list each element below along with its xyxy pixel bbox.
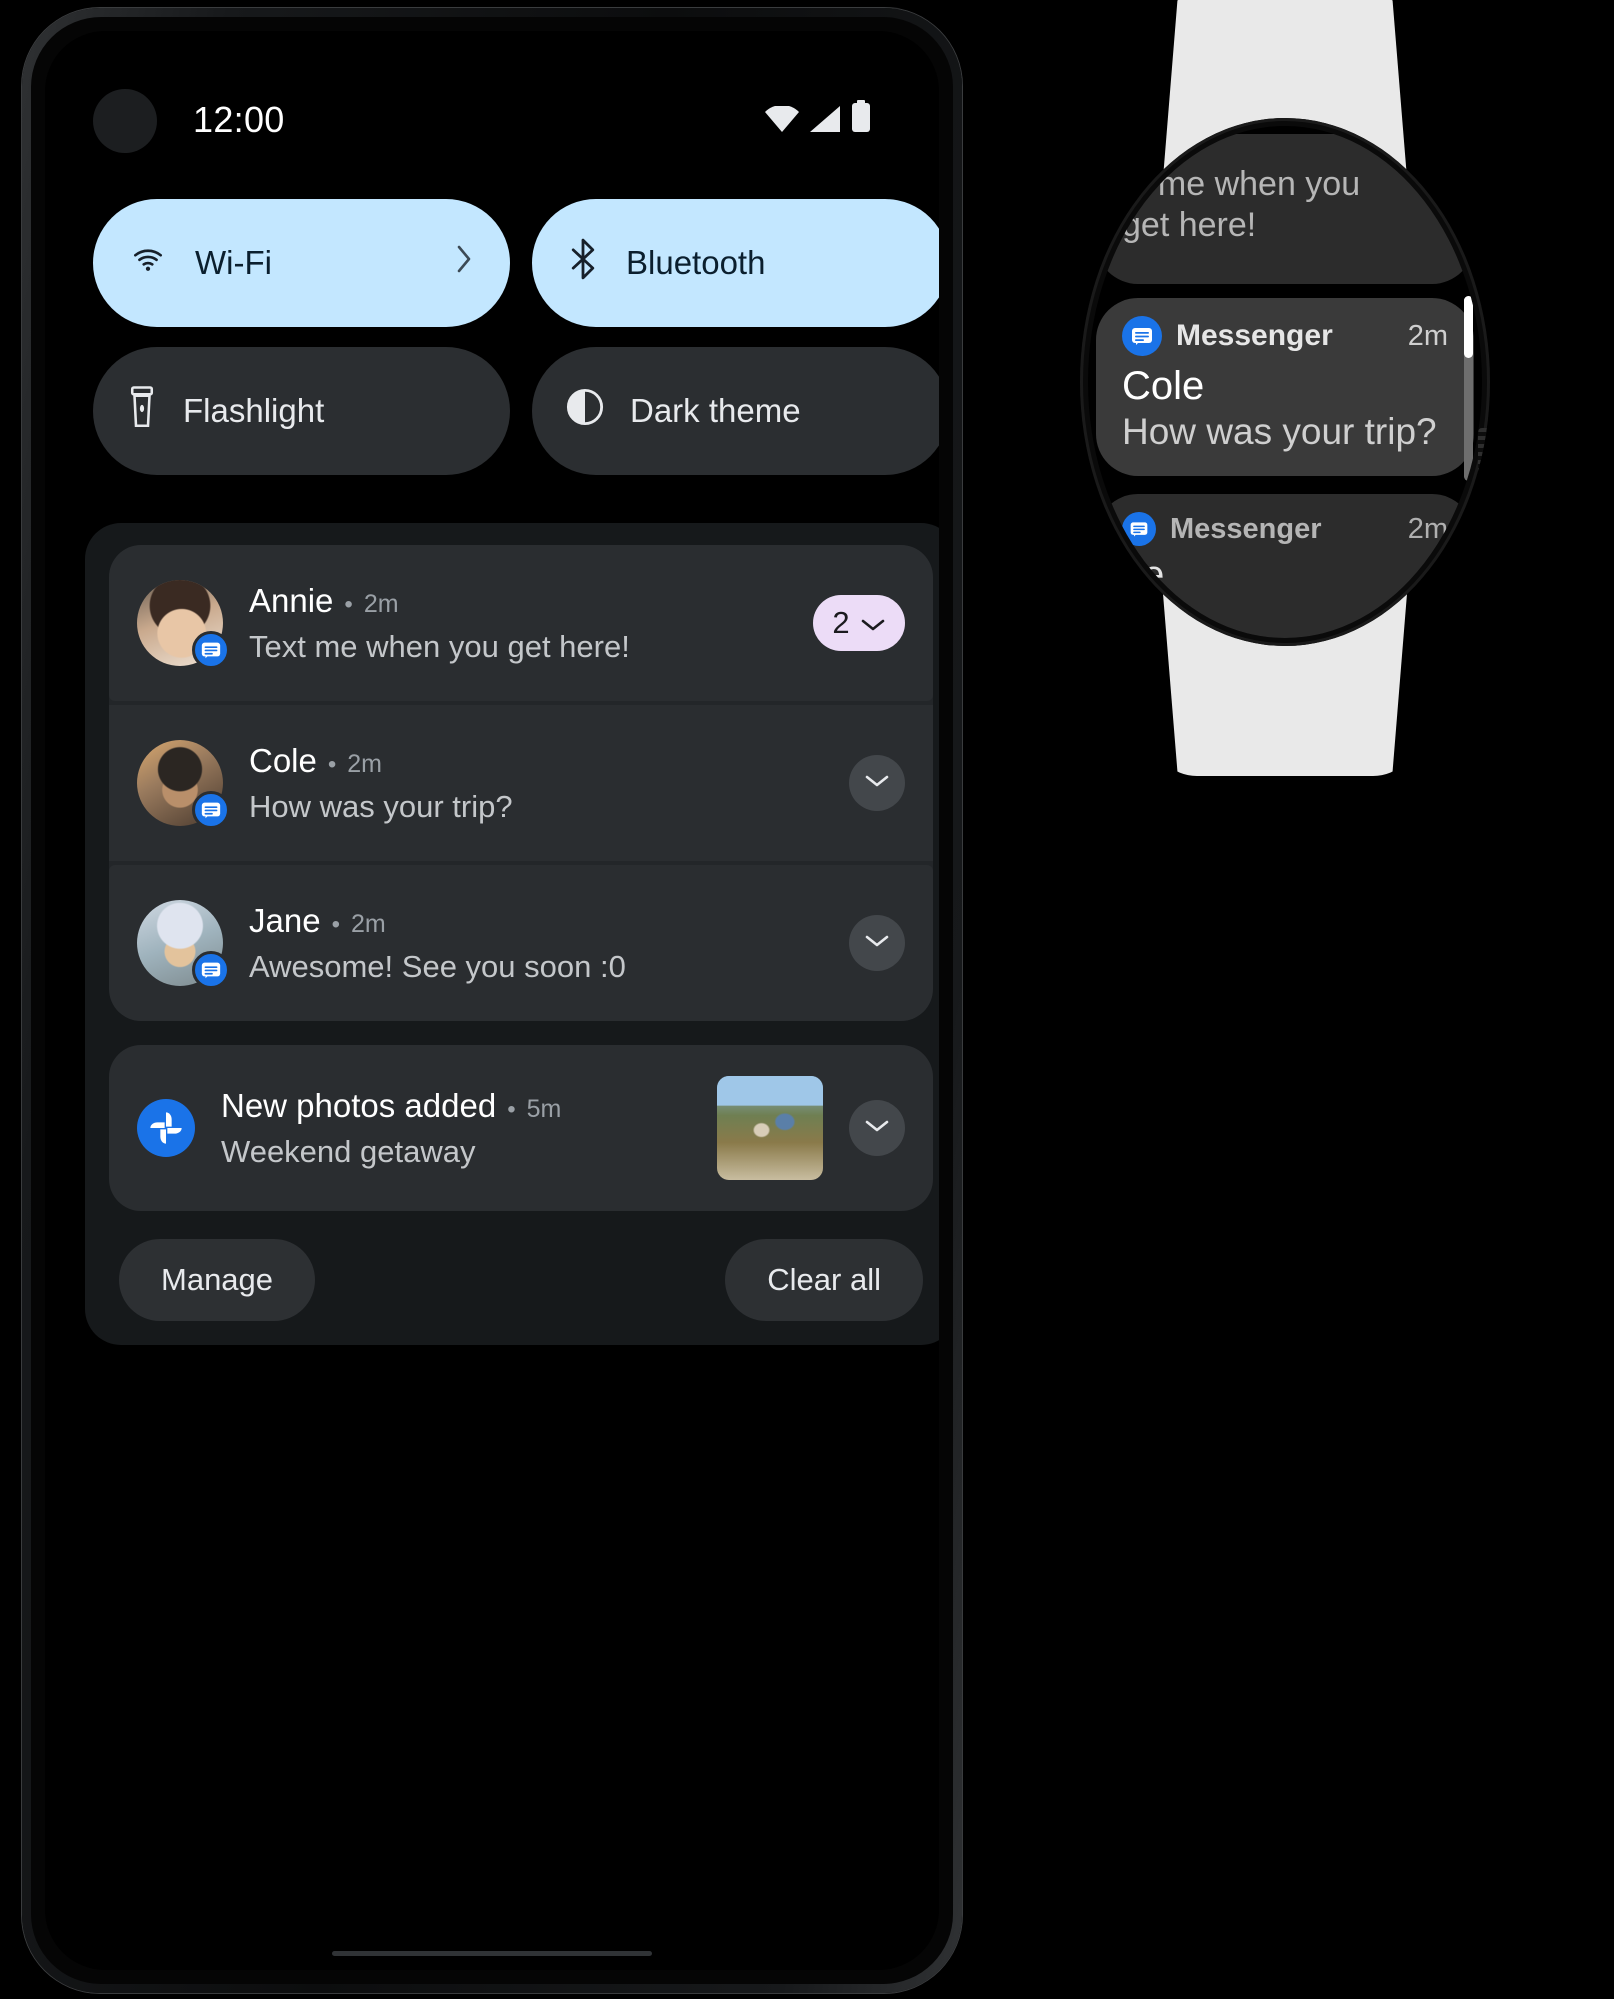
watch-card-header: Messenger 2m (1122, 316, 1448, 356)
quick-tile-label: Bluetooth (626, 244, 766, 281)
quick-tile-flashlight[interactable]: Flashlight (93, 347, 510, 475)
watch-notification-card-focused[interactable]: Messenger 2m Cole How was your trip? (1096, 298, 1474, 476)
phone-screen: 12:00 Wi-Fi Bluetooth Flashlight Dark th… (45, 31, 939, 1970)
wifi-icon (127, 243, 169, 283)
expand-chevron-button[interactable] (849, 915, 905, 971)
notification-message: Text me when you get here! (249, 628, 630, 664)
notification-message: How was your trip? (249, 788, 513, 824)
quick-tile-bluetooth[interactable]: Bluetooth (532, 199, 939, 327)
messenger-icon (1122, 512, 1156, 546)
messenger-icon (192, 631, 230, 669)
expand-chevron-button[interactable] (849, 1100, 905, 1156)
quick-tile-dark-theme[interactable]: Dark theme (532, 347, 939, 475)
watch-card-header: Messenger 2m (1122, 512, 1448, 546)
phone-device: 12:00 Wi-Fi Bluetooth Flashlight Dark th… (22, 8, 962, 1993)
messenger-icon (192, 791, 230, 829)
status-bar: 12:00 (45, 31, 939, 153)
notification-content: Jane • 2m Awesome! See you soon :0 (249, 902, 823, 985)
notification-row[interactable]: Jane • 2m Awesome! See you soon :0 (109, 865, 933, 1021)
avatar (137, 740, 230, 829)
flashlight-icon (127, 386, 157, 436)
chevron-down-icon (864, 933, 890, 954)
screenshot-stage: 12:00 Wi-Fi Bluetooth Flashlight Dark th… (0, 0, 1614, 1999)
battery-icon (851, 100, 871, 137)
notification-time: 2m (347, 749, 383, 778)
notification-group-messenger: Annie • 2m Text me when you get here! 2 (109, 545, 933, 1021)
status-bar-clock: 12:00 (193, 99, 285, 140)
messenger-icon (192, 951, 230, 989)
watch-card-title: Cole (1122, 364, 1205, 408)
watch-card-time: 2m (1407, 319, 1448, 352)
watch-scrollbar-thumb[interactable] (1464, 296, 1473, 358)
phone-bezel: 12:00 Wi-Fi Bluetooth Flashlight Dark th… (31, 17, 953, 1984)
separator-dot: • (344, 590, 353, 618)
chevron-down-icon (860, 605, 886, 641)
avatar (137, 580, 230, 669)
notification-content: Cole • 2m How was your trip? (249, 742, 823, 825)
notification-time: 2m (363, 589, 399, 618)
avatar (137, 900, 230, 989)
watch-card-time: 2m (1407, 512, 1448, 545)
weekend-getaway-thumbnail[interactable] (717, 1076, 823, 1180)
separator-dot: • (507, 1095, 516, 1123)
watch-card-text: xt me when you get here! (1122, 165, 1361, 245)
notification-shade: Annie • 2m Text me when you get here! 2 (85, 523, 939, 1345)
quick-tile-wifi[interactable]: Wi-Fi (93, 199, 510, 327)
quick-tile-label: Dark theme (630, 392, 801, 429)
expand-chevron-button[interactable] (849, 755, 905, 811)
messenger-icon (1122, 316, 1162, 356)
wifi-icon (765, 104, 799, 137)
watch-crown[interactable] (1478, 428, 1490, 548)
bluetooth-icon (566, 238, 600, 288)
gesture-navigation-bar[interactable] (332, 1951, 652, 1956)
notification-count: 2 (832, 605, 850, 640)
notification-sender: Annie (249, 581, 334, 619)
watch-body: xt me when you get here! Messenger 2m Co… (1080, 118, 1490, 646)
google-photos-icon (137, 1099, 195, 1157)
notification-count-expand-badge[interactable]: 2 (813, 595, 905, 651)
front-camera-cutout (93, 89, 157, 153)
separator-dot: • (331, 910, 340, 938)
watch-card-body: How was your trip? (1122, 411, 1437, 452)
cell-signal-icon (810, 106, 840, 137)
notification-row-photos[interactable]: New photos added • 5m Weekend getaway (109, 1045, 933, 1211)
watch-card-title: ne (1122, 554, 1165, 596)
notification-message: Weekend getaway (221, 1133, 476, 1169)
notification-row[interactable]: Annie • 2m Text me when you get here! 2 (109, 545, 933, 701)
notification-message: Awesome! See you soon :0 (249, 948, 626, 984)
manage-button[interactable]: Manage (119, 1239, 316, 1321)
chevron-down-icon (864, 773, 890, 794)
quick-tile-label: Flashlight (183, 392, 325, 429)
smartwatch-device: xt me when you get here! Messenger 2m Co… (1075, 0, 1495, 776)
shade-action-bar: Manage Clear all (109, 1239, 933, 1327)
dark-theme-icon (566, 388, 604, 434)
status-bar-icons (765, 97, 871, 137)
notification-sender: Cole (249, 741, 317, 779)
watch-card-app-name: Messenger (1170, 512, 1322, 545)
notification-time: 5m (526, 1094, 562, 1123)
notification-content: New photos added • 5m Weekend getaway (221, 1087, 691, 1170)
notification-sender: Jane (249, 901, 321, 939)
watch-screen: xt me when you get here! Messenger 2m Co… (1088, 126, 1482, 638)
notification-row[interactable]: Cole • 2m How was your trip? (109, 705, 933, 861)
watch-notification-card-partial-top[interactable]: xt me when you get here! (1096, 134, 1474, 284)
separator-dot: • (327, 750, 337, 778)
quick-settings-tiles: Wi-Fi Bluetooth Flashlight Dark theme (93, 199, 939, 475)
chevron-right-icon[interactable] (452, 239, 476, 287)
clear-all-button[interactable]: Clear all (725, 1239, 923, 1321)
quick-tile-label: Wi-Fi (195, 244, 272, 281)
notification-content: Annie • 2m Text me when you get here! (249, 582, 787, 665)
chevron-down-icon (864, 1118, 890, 1139)
watch-notification-card-partial-bottom[interactable]: Messenger 2m ne (1096, 494, 1474, 638)
notification-time: 2m (350, 909, 386, 938)
notification-title: New photos added (221, 1086, 497, 1124)
watch-card-app-name: Messenger (1176, 319, 1333, 352)
